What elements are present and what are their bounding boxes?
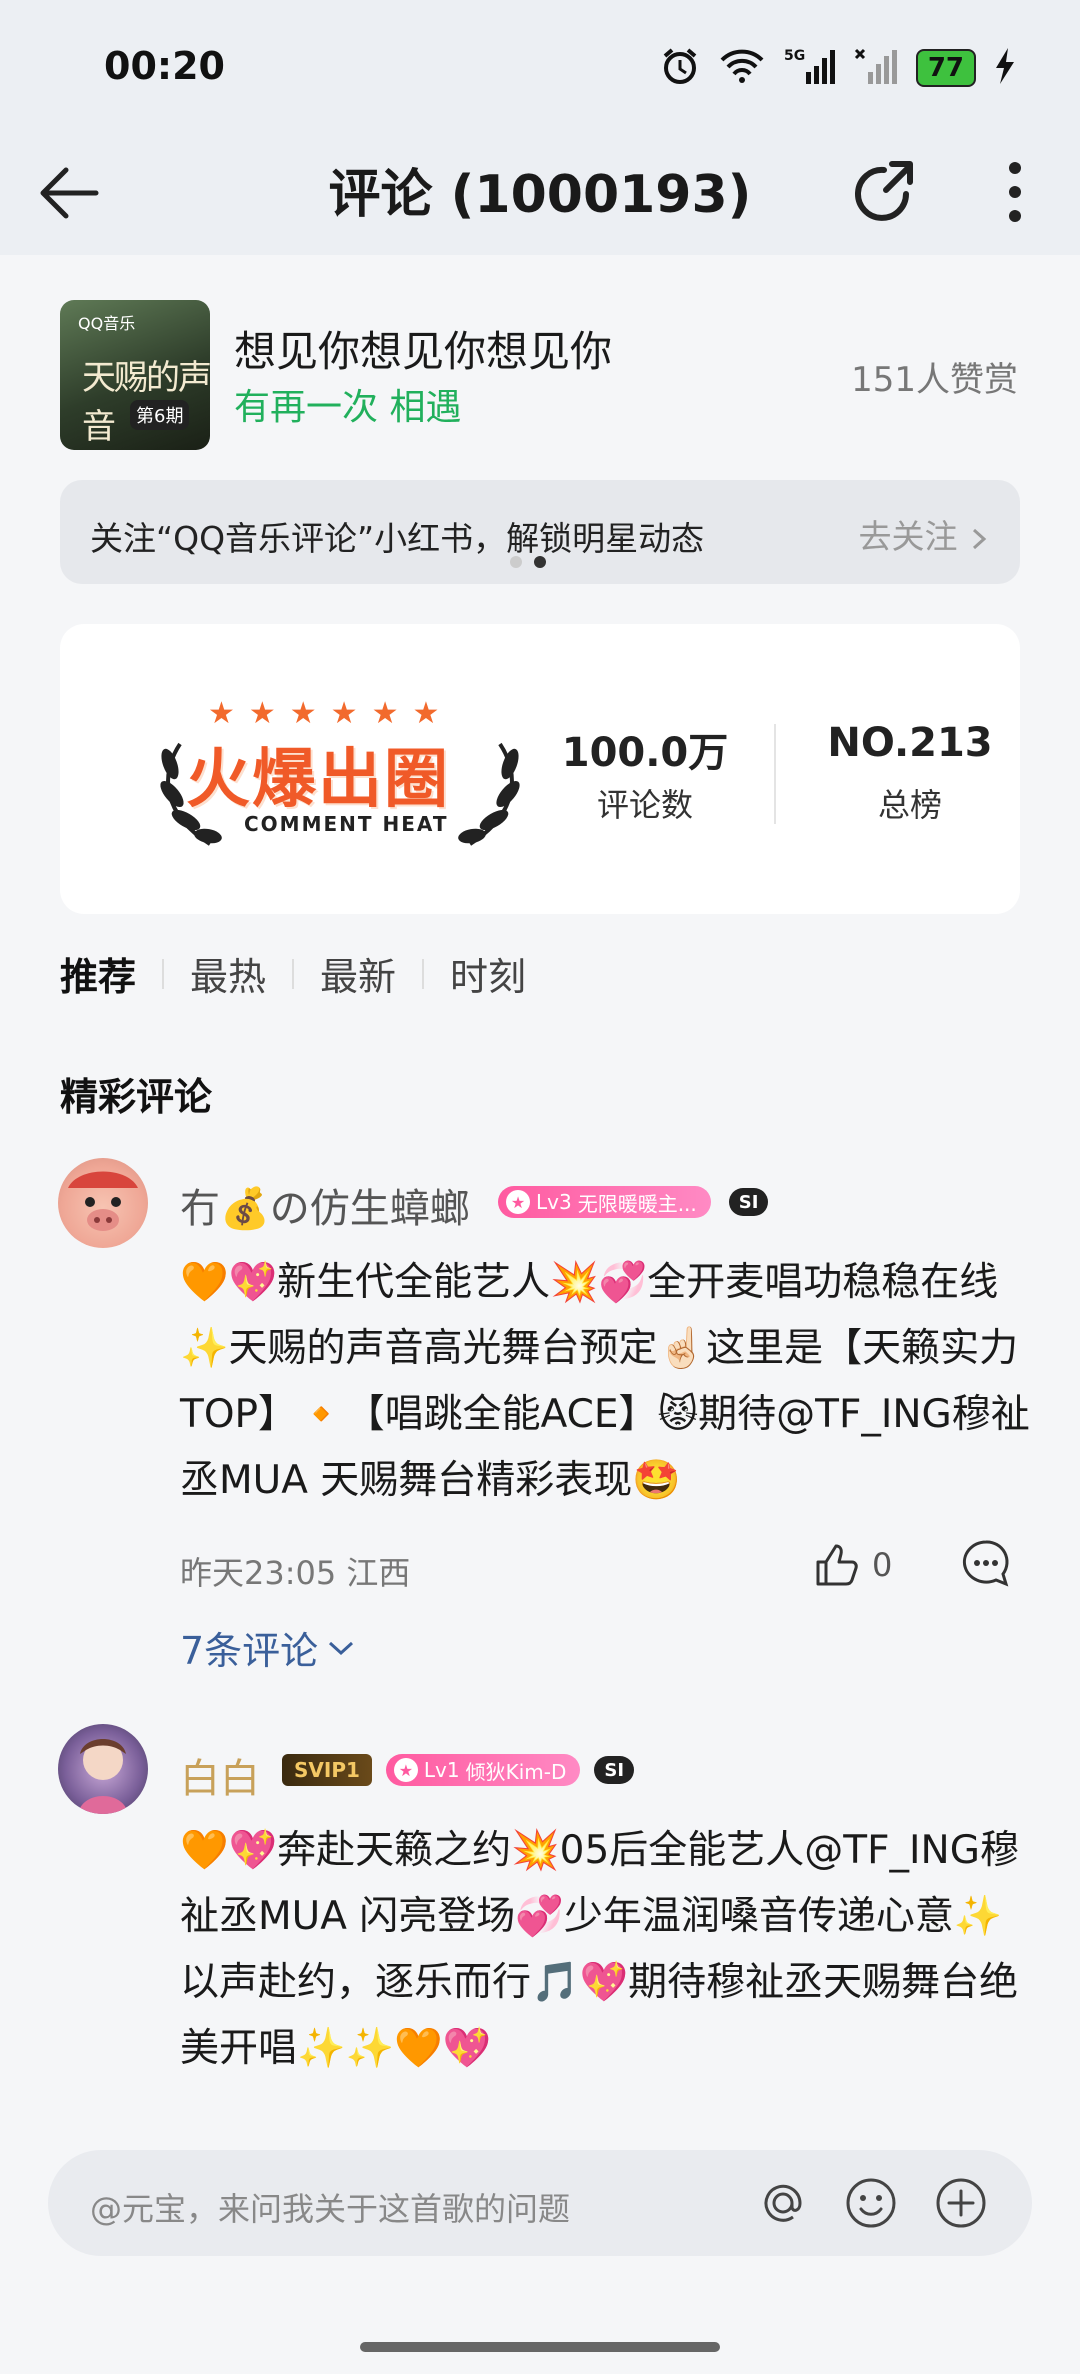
comment-username[interactable]: 冇💰の仿生蟑螂 (180, 1176, 470, 1234)
tab-hottest[interactable]: 最热 (164, 946, 292, 1001)
level-badge-text: 无限暖暖主... (577, 1191, 697, 1216)
comment-text: 🧡💖奔赴天籁之约💥05后全能艺人@TF_ING穆祉丞MUA 闪亮登场💞少年温润嗓… (180, 1828, 1019, 2071)
at-sign-icon (764, 2184, 802, 2222)
reply-button[interactable] (958, 1536, 1014, 1592)
more-vertical-icon (1009, 162, 1021, 222)
header: 评论 (1000193) (0, 130, 1080, 255)
signal-5g-icon: 5G (784, 46, 836, 90)
pagination-dot (510, 556, 522, 568)
follow-action-label: 去关注 (858, 517, 958, 556)
smiley-icon (846, 2178, 896, 2228)
heat-stars: ★★★★★★ (208, 696, 454, 731)
song-title[interactable]: 想见你想见你想见你 (234, 318, 612, 379)
svg-text:5G: 5G (784, 48, 805, 64)
comment-input-placeholder[interactable]: @元宝，来问我关于这首歌的问题 (90, 2184, 570, 2230)
star-icon: ★ (393, 1758, 418, 1782)
cover-logo: QQ音乐 (78, 314, 136, 333)
more-options-button[interactable] (980, 154, 1050, 230)
share-icon (855, 161, 913, 221)
star-icon: ★ (506, 1190, 530, 1214)
comment-username[interactable]: 白白 (180, 1746, 260, 1804)
si-badge[interactable]: SI (594, 1756, 635, 1784)
level-badge-level: Lv1 (423, 1758, 460, 1782)
si-badge[interactable]: SI (728, 1188, 769, 1216)
comment-sort-tabs: 推荐 最热 最新 时刻 (60, 946, 552, 1001)
follow-banner[interactable]: 关注“QQ音乐评论”小红书，解锁明星动态 去关注 (60, 480, 1020, 584)
plus-circle-icon (936, 2178, 986, 2228)
divider (774, 724, 776, 824)
user-badges: SVIP1 ★ Lv1 倾狄Kim-D SI (282, 1754, 635, 1786)
chevron-down-icon (329, 1641, 354, 1655)
rank-label: 总榜 (877, 786, 942, 824)
emoji-button[interactable] (842, 2174, 900, 2232)
comment-meta: 昨天23:05 江西 (180, 1554, 411, 1592)
battery-indicator: 77 (915, 49, 976, 87)
si-badge-label: SI (604, 1759, 625, 1781)
level-badge[interactable]: ★ Lv3 无限暖暖主... (498, 1186, 711, 1218)
level-badge[interactable]: ★ Lv1 倾狄Kim-D (385, 1754, 581, 1786)
alarm-icon (660, 46, 700, 90)
section-title: 精彩评论 (60, 1075, 213, 1119)
add-button[interactable] (932, 2174, 990, 2232)
wifi-icon (718, 48, 766, 88)
status-icons: 5G 77 (660, 46, 1016, 90)
status-time: 00:20 (104, 44, 225, 88)
thumb-up-icon (816, 1544, 858, 1586)
user-badges: ★ Lv3 无限暖暖主... SI (498, 1186, 769, 1218)
mention-button[interactable] (754, 2174, 812, 2232)
replies-label: 7条评论 (180, 1629, 319, 1673)
pig-avatar-icon (68, 1171, 138, 1231)
comment-count-label: 评论数 (596, 786, 693, 824)
comment-heat-card[interactable]: ★★★★★★ 火爆出圈 COMMENT HEAT 100.0万 评论数 NO.2… (60, 624, 1020, 914)
heat-subtitle: COMMENT HEAT (244, 812, 449, 836)
heat-title: 火爆出圈 (186, 743, 450, 817)
chevron-right-icon (972, 528, 987, 549)
anime-avatar-icon (78, 1739, 128, 1814)
banner-pagination (510, 556, 546, 568)
avatar[interactable] (58, 1724, 148, 1814)
si-badge-label: SI (738, 1191, 759, 1213)
tab-recommended[interactable]: 推荐 (60, 946, 162, 1001)
charging-icon (994, 48, 1016, 88)
status-bar: 00:20 5G 77 (0, 0, 1080, 130)
tab-moments[interactable]: 时刻 (424, 946, 552, 1001)
level-badge-text: 倾狄Kim-D (465, 1759, 567, 1784)
comment-input-bar[interactable]: @元宝，来问我关于这首歌的问题 (48, 2150, 1032, 2256)
svip-badge[interactable]: SVIP1 (282, 1754, 372, 1786)
rank-value: NO.213 (827, 720, 993, 766)
cover-title: 天赐的声音 (82, 358, 210, 447)
share-button[interactable] (846, 154, 922, 230)
svip-badge-label: SVIP1 (294, 1758, 360, 1782)
song-cover[interactable]: QQ音乐 天赐的声音 第6期 (60, 300, 210, 450)
cover-subtitle: 第6期 (130, 400, 190, 430)
like-count: 0 (872, 1546, 893, 1584)
signal-icon (854, 46, 898, 90)
follow-action[interactable]: 去关注 (859, 510, 991, 558)
home-indicator[interactable] (360, 2342, 720, 2352)
comment-count-value: 100.0万 (561, 730, 729, 776)
avatar[interactable] (58, 1158, 148, 1248)
song-artist[interactable]: 有再一次 相遇 (234, 378, 461, 430)
like-button[interactable]: 0 (812, 1540, 892, 1590)
view-replies-link[interactable]: 7条评论 (180, 1620, 356, 1675)
comment-text: 🧡💖新生代全能艺人💥💞全开麦唱功稳稳在线✨天赐的声音高光舞台预定☝🏻这里是【天籁… (180, 1260, 1030, 1503)
appreciation-count[interactable]: 151人赞赏 (851, 352, 1018, 401)
level-badge-level: Lv3 (536, 1190, 572, 1214)
pagination-dot-active (534, 556, 546, 568)
follow-banner-text: 关注“QQ音乐评论”小红书，解锁明星动态 (90, 519, 705, 558)
chat-bubble-icon (962, 1540, 1009, 1587)
tab-newest[interactable]: 最新 (294, 946, 422, 1001)
